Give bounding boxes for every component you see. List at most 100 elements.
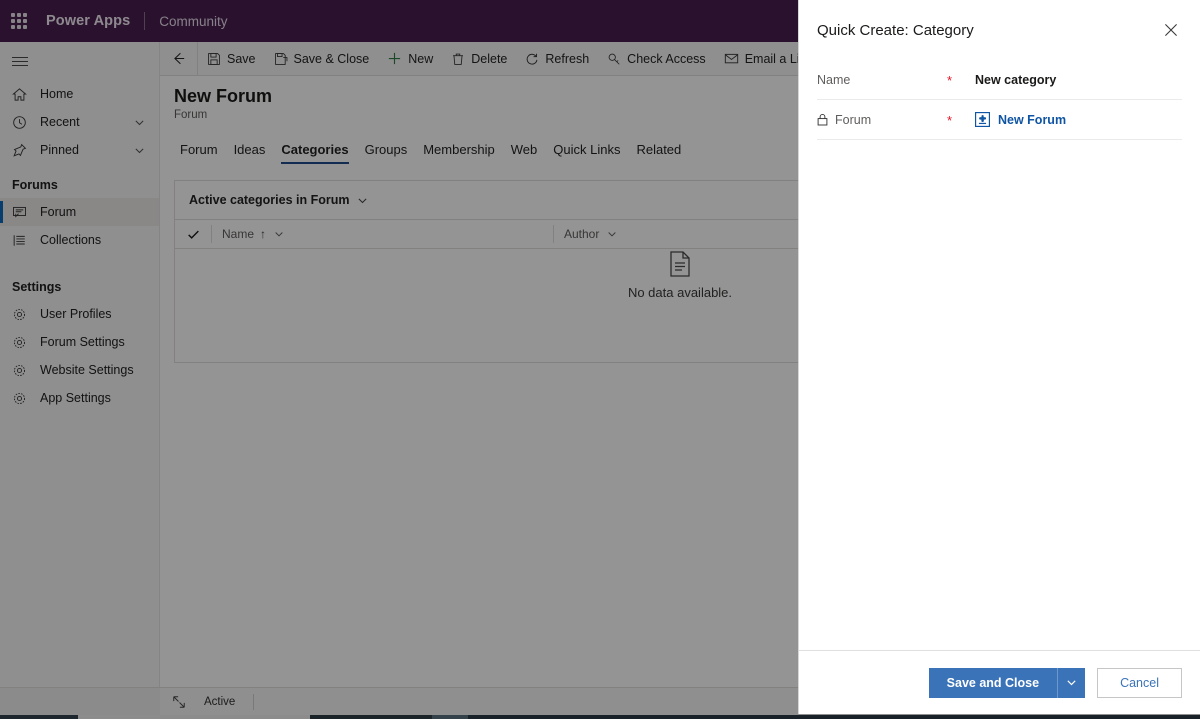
chevron-down-icon[interactable] xyxy=(274,229,284,239)
clock-icon xyxy=(12,115,30,130)
sidebar-item-collections[interactable]: Collections xyxy=(0,226,159,254)
bottom-chrome-segment xyxy=(78,715,310,719)
sidebar-item-forum[interactable]: Forum xyxy=(0,198,159,226)
panel-footer: Save and Close Cancel xyxy=(799,650,1200,714)
sidebar-item-forum-settings[interactable]: Forum Settings xyxy=(0,328,159,356)
cancel-button[interactable]: Cancel xyxy=(1097,667,1182,698)
sidebar-footer xyxy=(0,687,160,715)
tab-categories[interactable]: Categories xyxy=(273,142,356,164)
app-launcher-icon[interactable] xyxy=(8,10,30,32)
hamburger-icon xyxy=(12,54,28,69)
document-icon xyxy=(669,251,691,277)
chevron-down-icon[interactable] xyxy=(134,117,145,128)
quick-create-panel: Quick Create: Category Name * New catego… xyxy=(798,0,1200,714)
bottom-chrome-segment xyxy=(310,715,432,719)
bottom-chrome-segment xyxy=(0,715,78,719)
select-all-checkbox[interactable] xyxy=(175,228,211,241)
gear-icon xyxy=(12,335,30,350)
plus-icon xyxy=(387,51,402,66)
refresh-button[interactable]: Refresh xyxy=(516,42,598,75)
forum-icon xyxy=(12,205,30,220)
required-marker: * xyxy=(947,73,953,88)
save-button[interactable]: Save xyxy=(198,42,265,75)
column-header-author[interactable]: Author xyxy=(553,225,753,243)
refresh-icon xyxy=(525,52,539,66)
sidebar-collapse-button[interactable] xyxy=(0,42,160,80)
sidebar-item-label: Recent xyxy=(40,115,80,129)
collections-icon xyxy=(12,233,30,248)
sidebar-item-website-settings[interactable]: Website Settings xyxy=(0,356,159,384)
tab-forum[interactable]: Forum xyxy=(172,142,226,164)
field-label-text: Forum xyxy=(835,112,872,127)
empty-state-text: No data available. xyxy=(627,285,733,300)
sort-asc-icon: ↑ xyxy=(260,227,267,241)
gear-icon xyxy=(12,391,30,406)
email-icon xyxy=(724,51,739,66)
open-record-icon[interactable] xyxy=(172,695,186,709)
save-and-close-button[interactable]: Save and Close xyxy=(928,667,1058,698)
save-close-icon xyxy=(274,52,288,66)
panel-header: Quick Create: Category xyxy=(799,0,1200,60)
command-label: New xyxy=(408,51,434,66)
left-sidebar: Home Recent Pinned Forums Forum Collecti… xyxy=(0,42,160,687)
sidebar-item-label: Collections xyxy=(40,233,102,247)
forum-lookup-field[interactable]: New Forum xyxy=(961,112,1066,127)
brand-label[interactable]: Power Apps xyxy=(46,13,130,29)
bottom-chrome-segment xyxy=(432,715,468,719)
tab-quick-links[interactable]: Quick Links xyxy=(545,142,628,164)
new-button[interactable]: New xyxy=(378,42,442,75)
sidebar-group-forums: Forums xyxy=(12,178,58,192)
command-label: Save xyxy=(227,51,256,66)
back-button[interactable] xyxy=(160,42,198,75)
sidebar-item-label: Forum Settings xyxy=(40,335,125,349)
status-divider xyxy=(253,693,255,710)
status-label: Active xyxy=(204,695,236,708)
save-and-close-button[interactable]: Save & Close xyxy=(265,42,379,75)
sidebar-item-home[interactable]: Home xyxy=(0,80,159,108)
command-label: Check Access xyxy=(627,51,706,66)
tab-web[interactable]: Web xyxy=(503,142,546,164)
column-label: Name xyxy=(222,227,255,241)
subgrid-view-label: Active categories in Forum xyxy=(189,193,350,207)
brand-divider xyxy=(144,12,146,30)
field-row-forum: Forum * New Forum xyxy=(817,100,1182,140)
required-marker: * xyxy=(947,113,953,128)
command-label: Delete xyxy=(471,51,508,66)
pin-icon xyxy=(12,143,30,158)
sidebar-item-label: App Settings xyxy=(40,391,111,405)
sidebar-item-app-settings[interactable]: App Settings xyxy=(0,384,159,412)
column-header-name[interactable]: Name ↑ xyxy=(211,225,553,243)
tab-groups[interactable]: Groups xyxy=(357,142,416,164)
sidebar-item-label: User Profiles xyxy=(40,307,112,321)
check-access-button[interactable]: Check Access xyxy=(598,42,715,75)
close-icon[interactable] xyxy=(1156,15,1186,45)
sidebar-item-recent[interactable]: Recent xyxy=(0,108,159,136)
tab-membership[interactable]: Membership xyxy=(415,142,503,164)
command-label: Refresh xyxy=(545,51,590,66)
save-options-dropdown-button[interactable] xyxy=(1057,667,1086,698)
sidebar-item-label: Home xyxy=(40,87,74,101)
tab-ideas[interactable]: Ideas xyxy=(226,142,274,164)
sidebar-item-label: Forum xyxy=(40,205,77,219)
panel-body: Name * New category Forum * New Forum xyxy=(799,60,1200,650)
checkmark-icon xyxy=(187,228,200,241)
gear-icon xyxy=(12,363,30,378)
name-input[interactable]: New category xyxy=(961,73,1056,87)
chevron-down-icon[interactable] xyxy=(607,229,617,239)
sidebar-item-user-profiles[interactable]: User Profiles xyxy=(0,300,159,328)
chevron-down-icon[interactable] xyxy=(357,195,368,206)
trash-icon xyxy=(451,52,465,66)
app-name-label[interactable]: Community xyxy=(159,14,227,29)
field-label-name: Name xyxy=(817,73,947,87)
chevron-down-icon[interactable] xyxy=(134,145,145,156)
sidebar-item-label: Website Settings xyxy=(40,363,134,377)
bottom-chrome-segment xyxy=(468,715,1200,719)
sidebar-item-pinned[interactable]: Pinned xyxy=(0,136,159,164)
column-label: Author xyxy=(564,227,600,241)
gear-icon xyxy=(12,307,30,322)
field-row-name: Name * New category xyxy=(817,60,1182,100)
key-icon xyxy=(607,52,621,66)
tab-related[interactable]: Related xyxy=(628,142,689,164)
delete-button[interactable]: Delete xyxy=(442,42,516,75)
